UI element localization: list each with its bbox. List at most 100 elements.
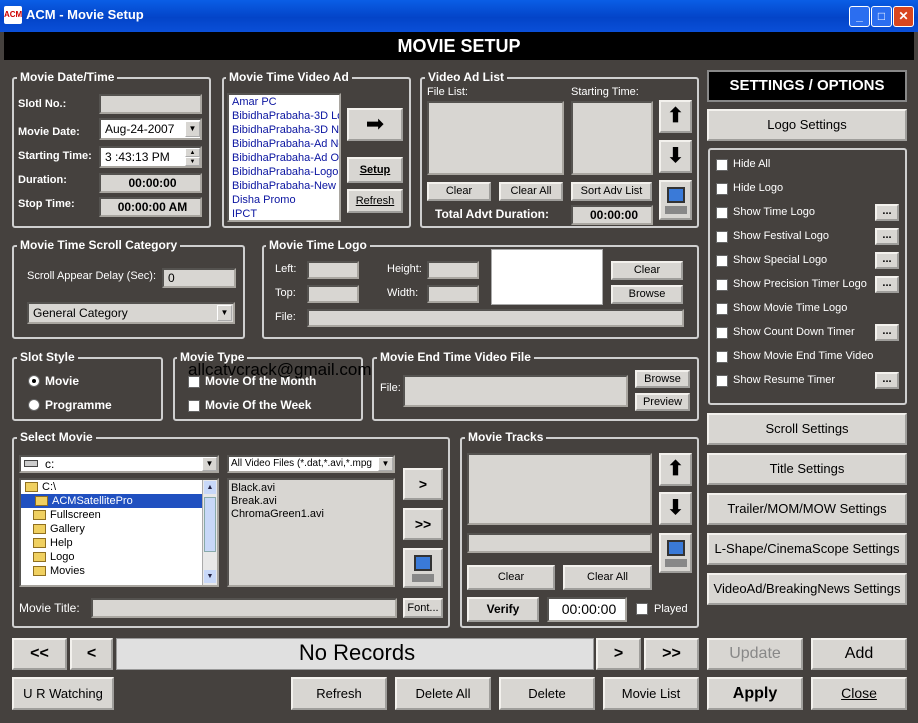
add-one-button[interactable]: > (403, 468, 443, 500)
add-button[interactable]: Add (811, 638, 907, 670)
monitor-preview-icon[interactable] (659, 180, 692, 220)
delete-all-button[interactable]: Delete All (395, 677, 491, 710)
chevron-down-icon[interactable]: ▼ (378, 457, 393, 471)
track-time-field[interactable]: 00:00:00 (547, 597, 627, 622)
ad-list-item[interactable]: BibidhaPrabaha-3D Ne (229, 123, 339, 137)
folder-item[interactable]: C:\ (21, 480, 217, 494)
settings-button[interactable]: Trailer/MOM/MOW Settings (707, 493, 907, 525)
folder-item[interactable]: Fullscreen (21, 508, 217, 522)
move-down-icon[interactable]: ⬇ (659, 140, 692, 173)
spin-down-icon[interactable]: ▼ (185, 157, 200, 166)
scroll-delay-field[interactable]: 0 (162, 268, 236, 288)
verify-button[interactable]: Verify (467, 597, 539, 622)
last-record-button[interactable]: >> (644, 638, 699, 670)
logo-file-field[interactable] (307, 309, 684, 327)
top-field[interactable] (307, 285, 359, 303)
option-checkbox[interactable] (716, 255, 728, 267)
option-checkbox[interactable] (716, 207, 728, 219)
ur-watching-button[interactable]: U R Watching (12, 677, 114, 710)
add-all-button[interactable]: >> (403, 508, 443, 540)
ad-list-item[interactable]: IPCT (229, 207, 339, 220)
option-more-button[interactable]: ... (875, 204, 899, 221)
ad-clear-all-button[interactable]: Clear All (499, 182, 563, 201)
ad-list-item[interactable]: BibidhaPrabaha-Ad Ol (229, 151, 339, 165)
refresh-ad-button[interactable]: Refresh (347, 189, 403, 213)
logo-clear-button[interactable]: Clear (611, 261, 683, 280)
video-ad-list[interactable]: Amar PC BibidhaPrabaha-3D Lo BibidhaPrabah… (227, 93, 341, 222)
folder-item[interactable]: Movies (21, 564, 217, 578)
ad-list-item[interactable]: BibidhaPrabaha-New (229, 179, 339, 193)
option-checkbox[interactable] (716, 183, 728, 195)
folder-scrollbar[interactable]: ▲ ▼ (202, 480, 217, 585)
folder-item[interactable]: Help (21, 536, 217, 550)
move-down-icon[interactable]: ⬇ (659, 492, 692, 525)
option-checkbox[interactable] (716, 279, 728, 291)
chevron-down-icon[interactable]: ▼ (217, 305, 232, 321)
close-window-button[interactable]: ✕ (893, 6, 914, 27)
option-checkbox[interactable] (716, 375, 728, 387)
option-more-button[interactable]: ... (875, 228, 899, 245)
ad-start-time-list[interactable] (571, 101, 653, 175)
ad-list-item[interactable]: Amar PC (229, 95, 339, 109)
track-field[interactable] (467, 533, 652, 553)
movie-file-item[interactable]: ChromaGreen1.avi (231, 508, 391, 521)
ad-clear-button[interactable]: Clear (427, 182, 491, 201)
spin-up-icon[interactable]: ▲ (185, 148, 200, 157)
track-clear-button[interactable]: Clear (467, 565, 555, 590)
ad-list-item[interactable]: BibidhaPrabaha-Logo (229, 165, 339, 179)
ad-list-item[interactable]: Disha Promo (229, 193, 339, 207)
settings-button[interactable]: L-Shape/CinemaScope Settings (707, 533, 907, 565)
sort-adv-button[interactable]: Sort Adv List (571, 182, 652, 201)
move-up-icon[interactable]: ⬆ (659, 100, 692, 133)
monitor-preview-icon[interactable] (659, 533, 692, 573)
option-checkbox[interactable] (716, 159, 728, 171)
folder-item[interactable]: Logo (21, 550, 217, 564)
option-checkbox[interactable] (716, 303, 728, 315)
movie-title-field[interactable] (91, 598, 397, 618)
setup-button[interactable]: Setup (347, 157, 403, 183)
category-select[interactable]: General Category (27, 302, 235, 324)
chevron-down-icon[interactable]: ▼ (202, 457, 217, 471)
folder-item[interactable]: ACMSatellitePro (21, 494, 217, 508)
end-preview-button[interactable]: Preview (635, 393, 690, 411)
end-file-field[interactable] (403, 375, 628, 407)
option-more-button[interactable]: ... (875, 276, 899, 293)
track-clear-all-button[interactable]: Clear All (563, 565, 652, 590)
option-checkbox[interactable] (716, 327, 728, 339)
arrow-right-icon[interactable]: ➡ (347, 108, 403, 141)
update-button[interactable]: Update (707, 638, 803, 670)
movie-of-week-checkbox[interactable] (188, 400, 200, 412)
programme-radio[interactable] (28, 399, 40, 411)
settings-button[interactable]: Scroll Settings (707, 413, 907, 445)
option-more-button[interactable]: ... (875, 252, 899, 269)
logo-settings-button[interactable]: Logo Settings (707, 109, 907, 141)
ad-list-item[interactable]: BibidhaPrabaha-3D Lo (229, 109, 339, 123)
minimize-button[interactable]: _ (849, 6, 870, 27)
movie-radio[interactable] (28, 375, 40, 387)
option-checkbox[interactable] (716, 231, 728, 243)
played-checkbox[interactable] (636, 603, 648, 615)
drive-select[interactable]: c: (19, 455, 219, 473)
apply-button[interactable]: Apply (707, 677, 803, 710)
folder-item[interactable]: Gallery (21, 522, 217, 536)
settings-button[interactable]: VideoAd/BreakingNews Settings (707, 573, 907, 605)
movie-list-button[interactable]: Movie List (603, 677, 699, 710)
chevron-down-icon[interactable]: ▼ (185, 121, 200, 137)
move-up-icon[interactable]: ⬆ (659, 453, 692, 486)
option-checkbox[interactable] (716, 351, 728, 363)
slot-field[interactable] (99, 94, 202, 114)
tracks-list[interactable] (467, 453, 652, 525)
prev-record-button[interactable]: < (70, 638, 113, 670)
close-button[interactable]: Close (811, 677, 907, 710)
next-record-button[interactable]: > (596, 638, 641, 670)
refresh-button[interactable]: Refresh (291, 677, 387, 710)
settings-button[interactable]: Title Settings (707, 453, 907, 485)
maximize-button[interactable]: □ (871, 6, 892, 27)
width-field[interactable] (427, 285, 479, 303)
ad-list-item[interactable]: BibidhaPrabaha-Ad Ne (229, 137, 339, 151)
height-field[interactable] (427, 261, 479, 279)
font-button[interactable]: Font... (403, 598, 443, 618)
first-record-button[interactable]: << (12, 638, 67, 670)
filter-select[interactable]: All Video Files (*.dat,*.avi,*.mpg (227, 455, 395, 473)
option-more-button[interactable]: ... (875, 324, 899, 341)
